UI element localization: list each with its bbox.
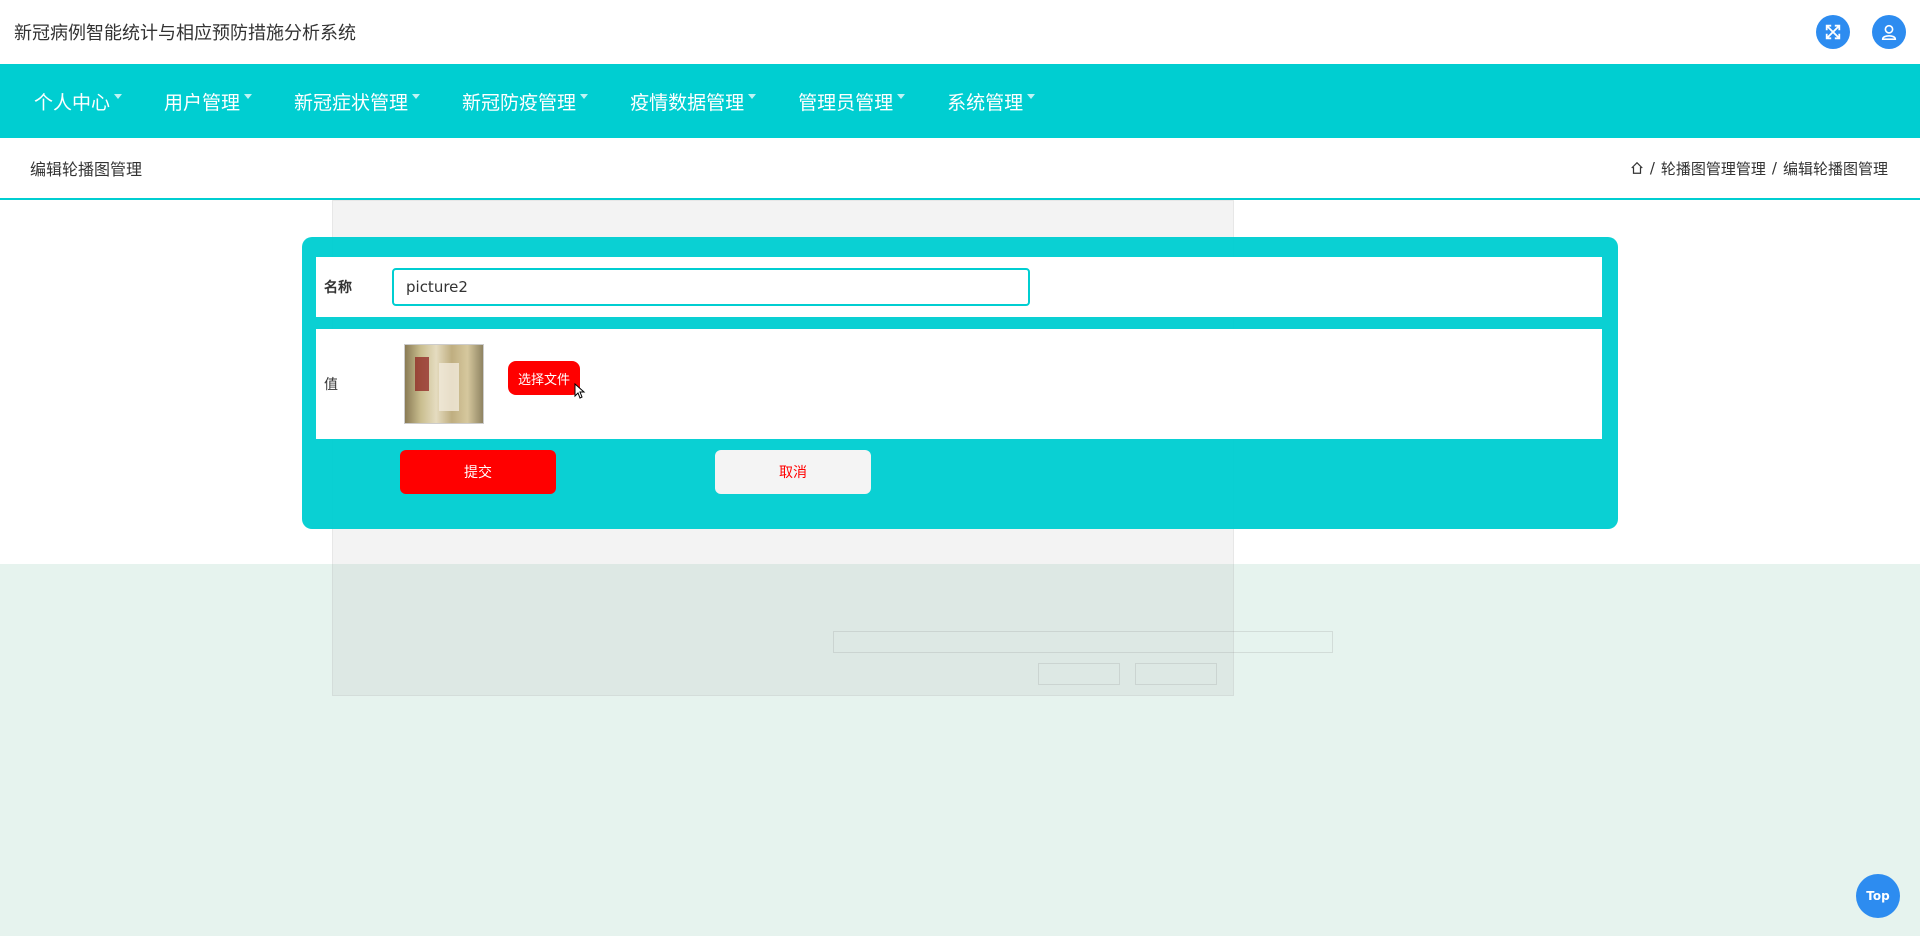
- ghost-filename-field: [833, 631, 1333, 653]
- nav-item-prevention-management[interactable]: 新冠防疫管理: [462, 88, 589, 115]
- breadcrumb-separator: /: [1649, 159, 1655, 177]
- app-title: 新冠病例智能统计与相应预防措施分析系统: [14, 23, 356, 44]
- fullscreen-button[interactable]: [1816, 15, 1850, 49]
- name-row: 名称: [316, 257, 1602, 317]
- nav-item-epidemic-data-management[interactable]: 疫情数据管理: [630, 88, 757, 115]
- choose-file-label: 选择文件: [518, 372, 571, 388]
- main-nav: 个人中心 用户管理 新冠症状管理 新冠防疫管理 疫情数据管理 管理员管理 系统管…: [0, 64, 1920, 138]
- nav-label: 新冠防疫管理: [462, 91, 577, 114]
- name-label: 名称: [324, 280, 352, 296]
- choose-file-button[interactable]: 选择文件: [508, 361, 586, 399]
- nav-label: 新冠症状管理: [294, 91, 409, 114]
- breadcrumb-bar: 编辑轮播图管理 / 轮播图管理管理 / 编辑轮播图管理: [0, 138, 1920, 200]
- mouse-cursor-icon: [574, 383, 586, 399]
- name-input[interactable]: [392, 268, 1030, 306]
- caret-down-icon: [244, 93, 253, 99]
- nav-label: 疫情数据管理: [630, 91, 745, 114]
- caret-down-icon: [1027, 93, 1036, 99]
- ghost-cancel-button: [1135, 663, 1217, 685]
- nav-item-personal-center[interactable]: 个人中心: [34, 88, 123, 115]
- header-actions: [1816, 15, 1906, 49]
- value-row: 值 选择文件: [316, 329, 1602, 439]
- page-title: 编辑轮播图管理: [30, 160, 143, 179]
- breadcrumb-separator: /: [1771, 159, 1777, 177]
- home-icon[interactable]: [1630, 161, 1644, 175]
- value-label: 值: [324, 377, 338, 393]
- breadcrumb-item-carousel-management[interactable]: 轮播图管理管理: [1661, 158, 1766, 179]
- image-preview: [404, 344, 484, 424]
- nav-label: 系统管理: [947, 91, 1024, 114]
- submit-button[interactable]: 提交: [400, 450, 556, 494]
- caret-down-icon: [897, 93, 906, 99]
- breadcrumb: / 轮播图管理管理 / 编辑轮播图管理: [1630, 158, 1888, 179]
- ghost-open-button: [1038, 663, 1120, 685]
- caret-down-icon: [748, 93, 757, 99]
- top-header: 新冠病例智能统计与相应预防措施分析系统: [0, 0, 1920, 64]
- nav-item-admin-management[interactable]: 管理员管理: [798, 88, 906, 115]
- nav-item-system-management[interactable]: 系统管理: [947, 88, 1036, 115]
- caret-down-icon: [580, 93, 589, 99]
- nav-label: 管理员管理: [798, 91, 894, 114]
- nav-label: 个人中心: [34, 91, 111, 114]
- nav-item-user-management[interactable]: 用户管理: [164, 88, 253, 115]
- nav-item-symptom-management[interactable]: 新冠症状管理: [294, 88, 421, 115]
- back-to-top-button[interactable]: Top: [1856, 874, 1900, 918]
- user-icon: [1881, 24, 1897, 41]
- caret-down-icon: [412, 93, 421, 99]
- fullscreen-icon: [1825, 24, 1841, 40]
- caret-down-icon: [114, 93, 123, 99]
- cancel-button[interactable]: 取消: [715, 450, 871, 494]
- breadcrumb-item-edit-carousel: 编辑轮播图管理: [1782, 159, 1888, 178]
- user-button[interactable]: [1872, 15, 1906, 49]
- nav-label: 用户管理: [164, 91, 241, 114]
- edit-form: 名称 值 选择文件 提交 取消: [302, 237, 1618, 529]
